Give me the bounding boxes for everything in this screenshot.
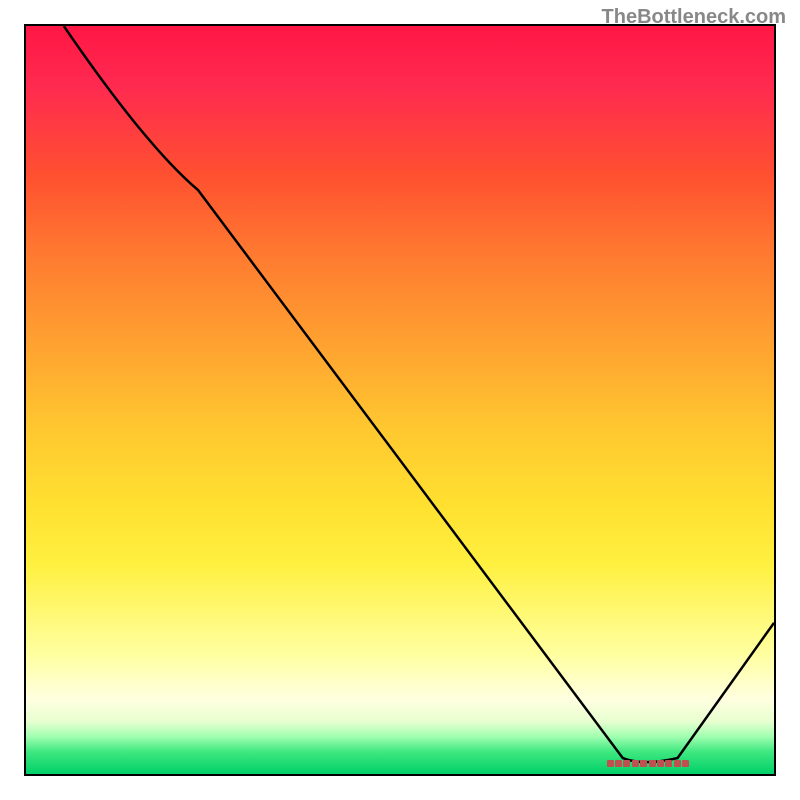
optimal-marker xyxy=(606,760,690,767)
marker-dot xyxy=(657,760,664,767)
marker-dot xyxy=(674,760,681,767)
watermark-text: TheBottleneck.com xyxy=(602,6,786,29)
bottleneck-curve xyxy=(64,26,774,762)
marker-dot xyxy=(665,760,672,767)
marker-dot xyxy=(682,760,689,767)
marker-dot xyxy=(623,760,630,767)
marker-dot xyxy=(632,760,639,767)
marker-dot xyxy=(615,760,622,767)
marker-dot xyxy=(640,760,647,767)
marker-dot xyxy=(607,760,614,767)
marker-dot xyxy=(649,760,656,767)
chart-line xyxy=(26,26,774,774)
chart-area xyxy=(24,24,776,776)
